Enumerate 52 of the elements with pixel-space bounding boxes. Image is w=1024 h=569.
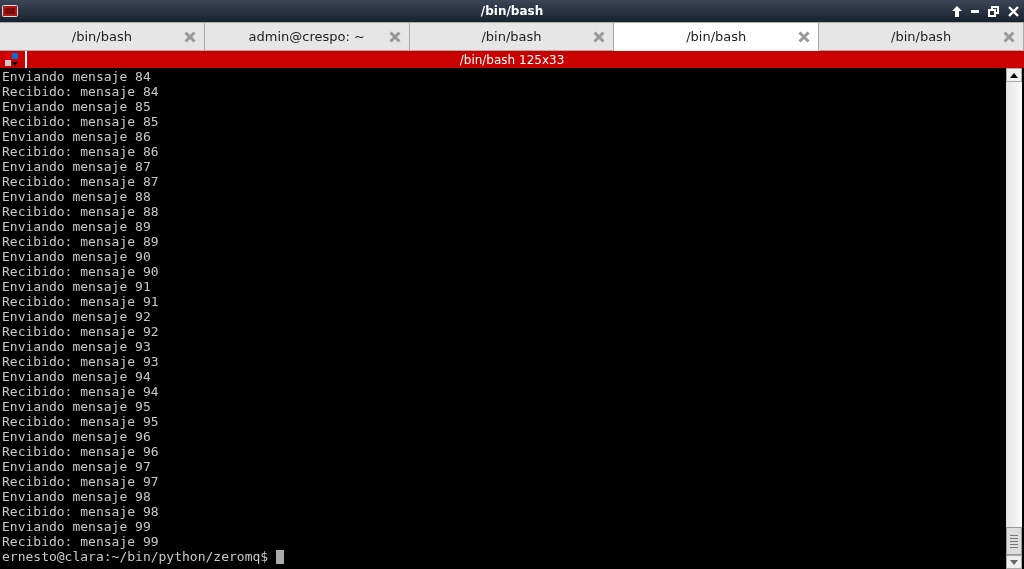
up-arrow-icon — [1010, 72, 1018, 78]
terminal-line: Recibido: mensaje 99 — [2, 534, 159, 549]
text-cursor — [276, 549, 285, 564]
terminal-line: Recibido: mensaje 90 — [2, 264, 159, 279]
terminal-line: Enviando mensaje 85 — [2, 99, 151, 114]
scroll-up-button[interactable] — [1006, 68, 1022, 82]
tab[interactable]: /bin/bash — [819, 23, 1024, 51]
minimize-icon[interactable] — [971, 9, 979, 13]
maximize-icon[interactable] — [988, 5, 999, 17]
terminal-line: Recibido: mensaje 93 — [2, 354, 159, 369]
terminal-line: Enviando mensaje 91 — [2, 279, 151, 294]
tab[interactable]: /bin/bash — [0, 23, 205, 51]
terminal-line: Enviando mensaje 86 — [2, 129, 151, 144]
terminal-line: Enviando mensaje 94 — [2, 369, 151, 384]
terminal-line: Enviando mensaje 93 — [2, 339, 151, 354]
terminal-line: Recibido: mensaje 86 — [2, 144, 159, 159]
terminal-title: /bin/bash 125x33 — [459, 52, 565, 67]
terminal-line: Recibido: mensaje 87 — [2, 174, 159, 189]
terminal-line: Recibido: mensaje 94 — [2, 384, 159, 399]
scrollbar[interactable] — [1006, 68, 1022, 569]
terminal-line: Recibido: mensaje 85 — [2, 114, 159, 129]
terminal-line: Enviando mensaje 90 — [2, 249, 151, 264]
shell-prompt: ernesto@clara:~/bin/python/zeromq$ — [2, 549, 269, 564]
terminal-line: Enviando mensaje 87 — [2, 159, 151, 174]
terminal-line: Enviando mensaje 84 — [2, 69, 151, 84]
keep-above-icon[interactable] — [952, 5, 962, 17]
terminal-line: Enviando mensaje 99 — [2, 519, 151, 534]
scrollbar-thumb[interactable] — [1006, 527, 1022, 555]
tab[interactable]: /bin/bash — [409, 23, 615, 51]
terminal-line: Enviando mensaje 97 — [2, 459, 151, 474]
terminal-line: Enviando mensaje 92 — [2, 309, 151, 324]
terminal-line: Recibido: mensaje 98 — [2, 504, 159, 519]
terminal-line: Enviando mensaje 88 — [2, 189, 151, 204]
terminal-line: Recibido: mensaje 92 — [2, 324, 159, 339]
terminal-line: Enviando mensaje 95 — [2, 399, 151, 414]
terminal-line: Recibido: mensaje 89 — [2, 234, 159, 249]
terminal-line: Enviando mensaje 89 — [2, 219, 151, 234]
terminal-line: Recibido: mensaje 97 — [2, 474, 159, 489]
terminal-line: Recibido: mensaje 84 — [2, 84, 159, 99]
terminal-icon — [2, 5, 18, 17]
tab[interactable]: /bin/bash — [614, 23, 820, 51]
terminal-line: Enviando mensaje 98 — [2, 489, 151, 504]
window-title: /bin/bash — [480, 4, 544, 18]
tab[interactable]: admin@crespo: ~ — [204, 23, 410, 51]
scroll-down-button[interactable] — [1006, 555, 1022, 569]
down-arrow-icon — [1010, 559, 1018, 565]
terminal-line: Recibido: mensaje 88 — [2, 204, 159, 219]
terminal-line: Recibido: mensaje 91 — [2, 294, 159, 309]
terminal-line: Enviando mensaje 96 — [2, 429, 151, 444]
window-menu-icon[interactable] — [5, 52, 19, 67]
terminal-line: Recibido: mensaje 95 — [2, 414, 159, 429]
terminal-line: Recibido: mensaje 96 — [2, 444, 159, 459]
